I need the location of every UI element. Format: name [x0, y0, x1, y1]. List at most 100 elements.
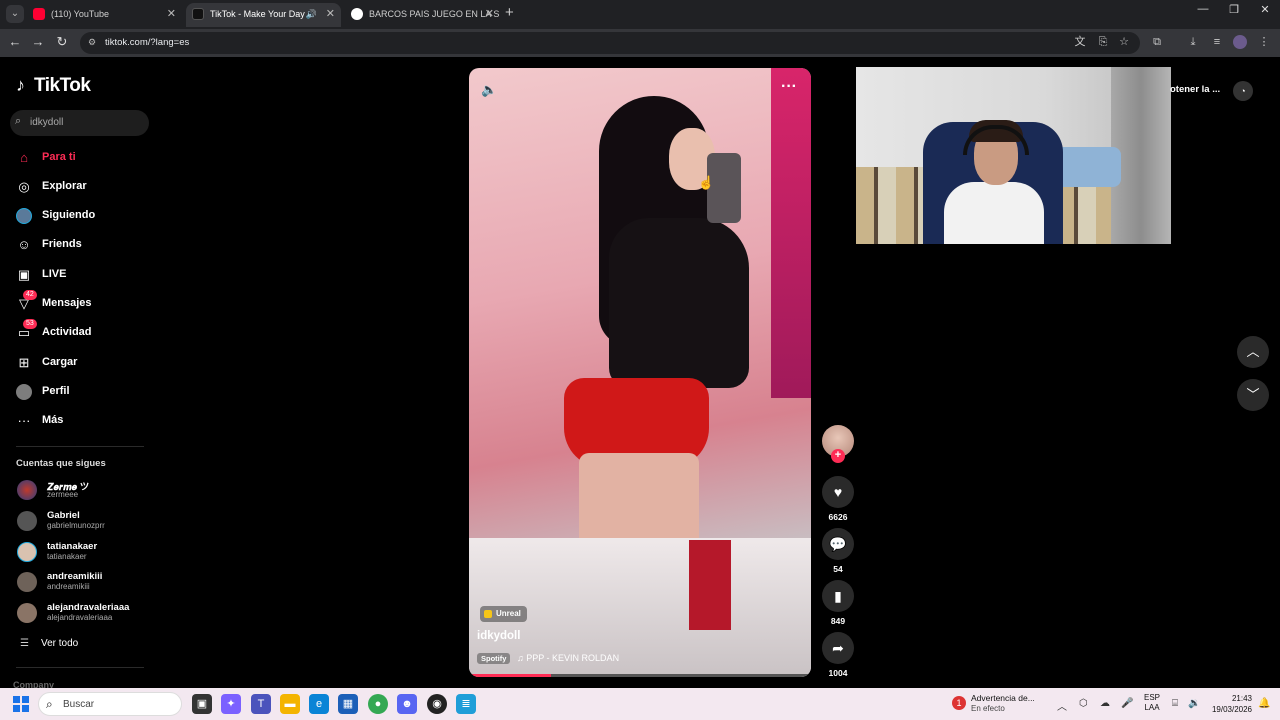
new-tab-button[interactable]: + — [505, 4, 514, 21]
video-player[interactable]: 🔈 ··· ☝ Unreal idkydoll Spotify ♫ PPP - … — [469, 68, 811, 677]
obs-icon[interactable]: ◉ — [427, 694, 447, 714]
bookmark-icon[interactable]: ▮ — [822, 580, 854, 612]
avatar — [17, 542, 37, 562]
tab-youtube[interactable]: (110) YouTube ✕ — [27, 3, 182, 27]
language-indicator[interactable]: ESP LAA — [1144, 693, 1160, 713]
video-author[interactable]: idkydoll — [477, 630, 520, 642]
back-icon[interactable]: ← — [6, 34, 24, 49]
like-action[interactable]: ♥ 6626 — [822, 476, 854, 522]
more-options-icon[interactable]: ··· — [781, 78, 797, 96]
task-view-icon[interactable]: ▣ — [192, 694, 212, 714]
edge-icon[interactable]: e — [309, 694, 329, 714]
store-icon[interactable]: ▦ — [338, 694, 358, 714]
tab-search-button[interactable]: ⌄ — [6, 5, 24, 23]
file-explorer-icon[interactable]: ▬ — [280, 694, 300, 714]
nav-mas[interactable]: ··· Más — [16, 411, 156, 433]
download-icon[interactable]: ⤓ — [1186, 35, 1200, 49]
heart-icon[interactable]: ♥ — [822, 476, 854, 508]
tray-chevron-icon[interactable]: ︿ — [1057, 698, 1067, 713]
extensions-icon[interactable]: ⧉ — [1150, 35, 1164, 49]
close-tab-icon[interactable]: ✕ — [167, 3, 176, 25]
avatar — [17, 603, 37, 623]
follow-plus-icon[interactable]: + — [831, 449, 845, 463]
comment-action[interactable]: 💬 54 — [822, 528, 854, 574]
chrome-menu-icon[interactable]: ⋮ — [1257, 35, 1271, 49]
speaker-icon[interactable]: 🔊 — [306, 3, 317, 25]
account-avatar[interactable]: ◔ — [1233, 81, 1253, 101]
tab-tiktok[interactable]: TikTok - Make Your Day 🔊 ✕ — [186, 3, 341, 27]
onedrive-icon[interactable]: ☁ — [1100, 698, 1110, 709]
teams-icon[interactable]: T — [251, 694, 271, 714]
close-tab-icon[interactable]: ✕ — [326, 3, 335, 25]
save-action[interactable]: ▮ 849 — [822, 580, 854, 626]
more-dots-icon: ··· — [17, 413, 31, 428]
save-count: 849 — [830, 616, 846, 626]
minimize-button[interactable]: — — [1188, 3, 1218, 15]
volume-icon[interactable]: 🔉 — [1188, 698, 1200, 709]
search-input[interactable]: ⌕ idkydoll — [10, 110, 149, 136]
tiktok-logo[interactable]: ♪ TikTok — [16, 75, 91, 97]
share-count: 1004 — [828, 668, 848, 678]
next-video-button[interactable]: ﹀ — [1237, 379, 1269, 411]
see-all-link[interactable]: ☰ Ver todo — [20, 638, 78, 649]
following-account[interactable]: alejandravaleriaaa alejandravaleriaaa — [16, 600, 156, 626]
url-text: tiktok.com/?lang=es — [105, 37, 190, 48]
network-icon[interactable]: ⌸ — [1172, 698, 1178, 709]
chrome-icon[interactable]: ● — [368, 694, 388, 714]
following-account[interactable]: tatianakaer tatianakaer — [16, 539, 156, 565]
home-icon: ⌂ — [20, 150, 28, 165]
comment-icon[interactable]: 💬 — [822, 528, 854, 560]
video-progress-bar[interactable] — [469, 674, 811, 677]
forward-icon[interactable]: → — [29, 34, 47, 49]
site-info-icon[interactable]: ⚙ — [88, 37, 100, 49]
translate-icon[interactable]: 文 — [1073, 35, 1087, 49]
share-icon[interactable]: ➦ — [822, 632, 854, 664]
following-account[interactable]: 𝒁𝒆𝒓𝒎𝒆 ツ zermeee — [16, 477, 156, 503]
nav-explorar[interactable]: ◎ Explorar — [16, 177, 156, 199]
previous-video-button[interactable]: ︿ — [1237, 336, 1269, 368]
spotify-badge[interactable]: Spotify — [477, 653, 511, 664]
close-tab-icon[interactable]: ✕ — [485, 3, 494, 25]
friends-icon: ☺ — [17, 237, 31, 252]
profile-avatar-icon[interactable] — [1233, 35, 1247, 49]
windows-start-icon[interactable] — [13, 696, 29, 712]
music-info[interactable]: Spotify ♫ PPP - KEVIN ROLDAN — [477, 653, 619, 664]
tab-google[interactable]: BARCOS PAIS JUEGO EN LA SEI ✕ — [345, 3, 500, 27]
youtube-icon — [33, 8, 45, 20]
nav-para-ti[interactable]: ⌂ Para ti — [16, 148, 156, 170]
address-bar[interactable]: ⚙ tiktok.com/?lang=es — [80, 32, 1140, 54]
install-app-icon[interactable]: ⎘ — [1096, 35, 1110, 49]
nav-siguiendo[interactable]: Siguiendo — [16, 206, 156, 228]
microphone-icon[interactable]: 🎤 — [1121, 698, 1133, 709]
activity-badge: 53 — [23, 319, 37, 329]
bookmark-star-icon[interactable]: ☆ — [1117, 35, 1131, 49]
video-progress-fill — [469, 674, 552, 677]
nav-actividad[interactable]: ▭ 53 Actividad — [16, 319, 156, 345]
live-icon: ▣ — [17, 267, 31, 282]
nav-mensajes[interactable]: ▽ 42 Mensajes — [16, 290, 156, 316]
close-window-button[interactable]: ✕ — [1250, 3, 1280, 16]
notification-bell-icon[interactable]: 🔔 — [1258, 698, 1270, 709]
effect-tag[interactable]: Unreal — [480, 606, 527, 622]
share-action[interactable]: ➦ 1004 — [822, 632, 854, 678]
get-app-button[interactable]: otener la ... — [1170, 84, 1220, 95]
media-control-icon[interactable]: ≡ — [1210, 35, 1224, 49]
copilot-icon[interactable]: ✦ — [221, 694, 241, 714]
taskbar-search-input[interactable]: ⌕ Buscar — [38, 692, 182, 716]
music-title: PPP - KEVIN ROLDAN — [526, 653, 620, 663]
volume-icon[interactable]: 🔈 — [481, 82, 497, 98]
tray-app-icon[interactable]: ⬡ — [1079, 698, 1088, 709]
following-account[interactable]: Gabriel gabrielmunozprr — [16, 508, 156, 534]
nav-friends[interactable]: ☺ Friends — [16, 235, 156, 257]
system-clock[interactable]: 21:43 19/03/2026 — [1206, 693, 1252, 715]
following-account[interactable]: andreamikiii andreamikiii — [16, 569, 156, 595]
restore-button[interactable]: ❐ — [1219, 3, 1249, 16]
notepad-icon[interactable]: ≣ — [456, 694, 476, 714]
profile-avatar-icon — [16, 384, 32, 400]
windows-taskbar: ⌕ Buscar ▣ ✦ T ▬ e ▦ ● ☻ ◉ ≣ 1 Advertenc… — [0, 688, 1280, 720]
nav-live[interactable]: ▣ LIVE — [16, 265, 156, 287]
nav-perfil[interactable]: Perfil — [16, 382, 156, 404]
discord-icon[interactable]: ☻ — [397, 694, 417, 714]
reload-icon[interactable]: ↻ — [53, 34, 71, 50]
nav-cargar[interactable]: ⊞ Cargar — [16, 353, 156, 375]
